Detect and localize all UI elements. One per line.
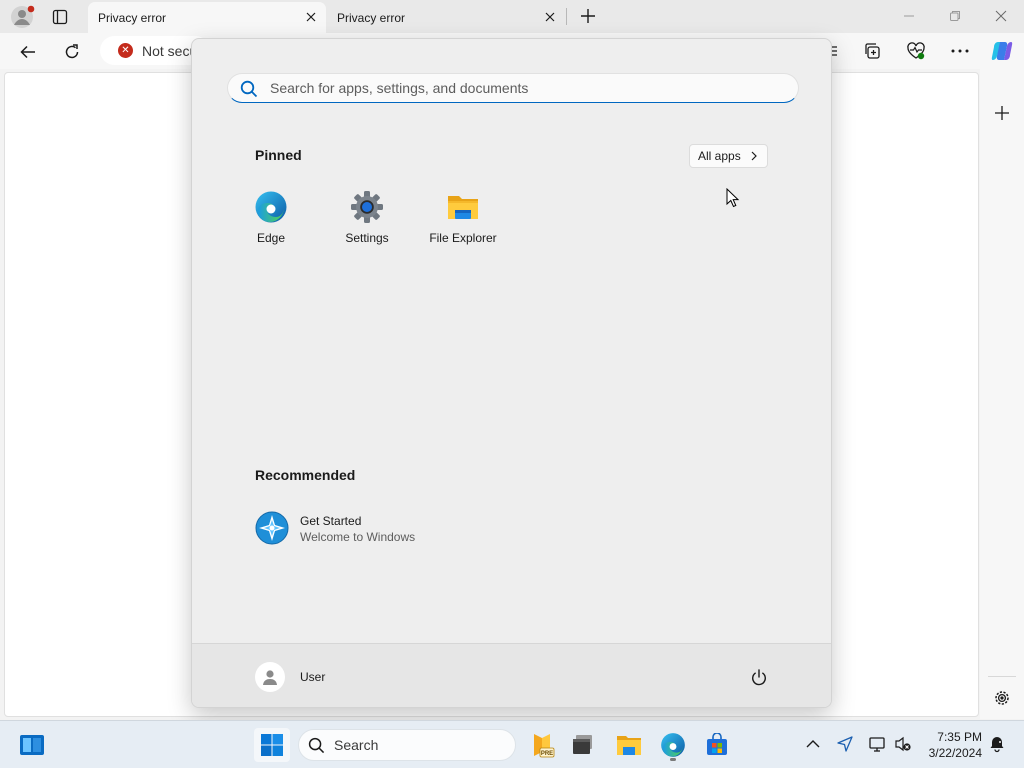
tab-privacy-error-active[interactable]: Privacy error	[88, 2, 326, 33]
windows-logo-icon	[261, 734, 283, 756]
tab-actions-icon[interactable]	[46, 3, 74, 31]
edge-icon	[255, 191, 287, 223]
taskbar-search-label: Search	[334, 737, 379, 753]
power-icon[interactable]	[749, 668, 769, 688]
file-explorer-taskbar-icon[interactable]	[614, 729, 644, 761]
folder-icon	[448, 196, 478, 219]
pinned-app-edge[interactable]: Edge	[227, 190, 315, 250]
user-account-button[interactable]: User	[255, 662, 325, 692]
microsoft-store-icon[interactable]	[702, 729, 732, 761]
clock-date: 3/22/2024	[928, 746, 982, 760]
collections-icon[interactable]	[860, 39, 884, 63]
edge-taskbar-icon[interactable]	[658, 729, 688, 761]
pinned-section-title: Pinned	[255, 147, 302, 163]
sidebar-divider	[988, 676, 1016, 677]
browser-sidebar	[980, 69, 1024, 719]
refresh-icon[interactable]	[58, 38, 86, 66]
start-search-input[interactable]: Search for apps, settings, and documents	[227, 73, 799, 103]
search-icon	[240, 80, 258, 98]
profile-avatar-icon[interactable]	[8, 3, 36, 31]
all-apps-button[interactable]: All apps	[689, 144, 768, 168]
volume-muted-icon[interactable]	[892, 733, 914, 755]
minimize-icon[interactable]	[896, 5, 922, 27]
pinned-app-file-explorer[interactable]: File Explorer	[419, 190, 507, 250]
sidebar-add-icon[interactable]	[990, 101, 1014, 125]
edge-running-indicator	[670, 758, 676, 761]
location-icon[interactable]	[834, 733, 856, 755]
address-security-text: Not secu	[142, 42, 198, 59]
widgets-icon[interactable]	[14, 730, 50, 760]
dev-home-preview-icon[interactable]: PRE	[527, 729, 557, 761]
settings-gear-icon	[351, 191, 383, 223]
search-placeholder: Search for apps, settings, and documents	[270, 80, 529, 96]
sidebar-settings-gear-icon[interactable]	[990, 686, 1014, 710]
start-menu-footer: User	[192, 643, 831, 707]
network-icon[interactable]	[866, 733, 888, 755]
new-tab-plus-icon[interactable]	[576, 3, 600, 29]
recommended-section-title: Recommended	[255, 467, 356, 483]
tab-title: Privacy error	[337, 10, 406, 25]
chevron-up-icon[interactable]	[802, 733, 824, 755]
tab-privacy-error[interactable]: Privacy error	[327, 2, 565, 33]
copilot-icon[interactable]	[988, 38, 1016, 64]
clock-time: 7:35 PM	[937, 730, 982, 744]
tab-close-icon[interactable]	[543, 10, 557, 24]
get-started-icon	[255, 511, 289, 545]
start-button[interactable]	[254, 728, 290, 762]
mouse-cursor-icon	[726, 188, 740, 208]
pinned-app-label: Edge	[256, 231, 286, 245]
chevron-right-icon	[751, 151, 757, 161]
all-apps-label: All apps	[698, 149, 741, 163]
back-arrow-icon[interactable]	[14, 38, 42, 66]
taskbar-search-box[interactable]: Search	[298, 729, 516, 761]
terminal-app-icon[interactable]	[570, 729, 596, 761]
pinned-app-label: File Explorer	[429, 231, 497, 245]
pinned-app-label: Settings	[345, 231, 389, 245]
pinned-app-settings[interactable]: Settings	[323, 190, 411, 250]
browser-titlebar: Privacy error Privacy error	[0, 0, 1024, 33]
start-menu: Search for apps, settings, and documents…	[191, 38, 832, 708]
search-icon	[308, 737, 325, 754]
close-window-icon[interactable]	[988, 5, 1014, 27]
tab-divider	[566, 8, 567, 25]
restore-icon[interactable]	[942, 5, 968, 27]
browser-essentials-icon[interactable]	[904, 39, 928, 63]
not-secure-warning-icon[interactable]: ✕	[118, 43, 133, 58]
more-options-icon[interactable]	[948, 39, 972, 63]
tab-title: Privacy error	[98, 10, 167, 25]
user-avatar-icon	[255, 662, 285, 692]
svg-text:PRE: PRE	[541, 751, 553, 757]
taskbar-clock[interactable]: 7:35 PM 3/22/2024	[918, 729, 982, 761]
notifications-icon[interactable]	[986, 733, 1008, 755]
tab-close-icon[interactable]	[304, 10, 318, 24]
taskbar: Search PRE 7:35 PM 3/22/2024	[0, 720, 1024, 768]
recommended-item-title: Get Started	[300, 514, 362, 528]
recommended-item-subtitle: Welcome to Windows	[300, 530, 416, 544]
user-name: User	[300, 670, 326, 684]
recommended-item-get-started[interactable]: Get Started Welcome to Windows	[255, 509, 495, 549]
